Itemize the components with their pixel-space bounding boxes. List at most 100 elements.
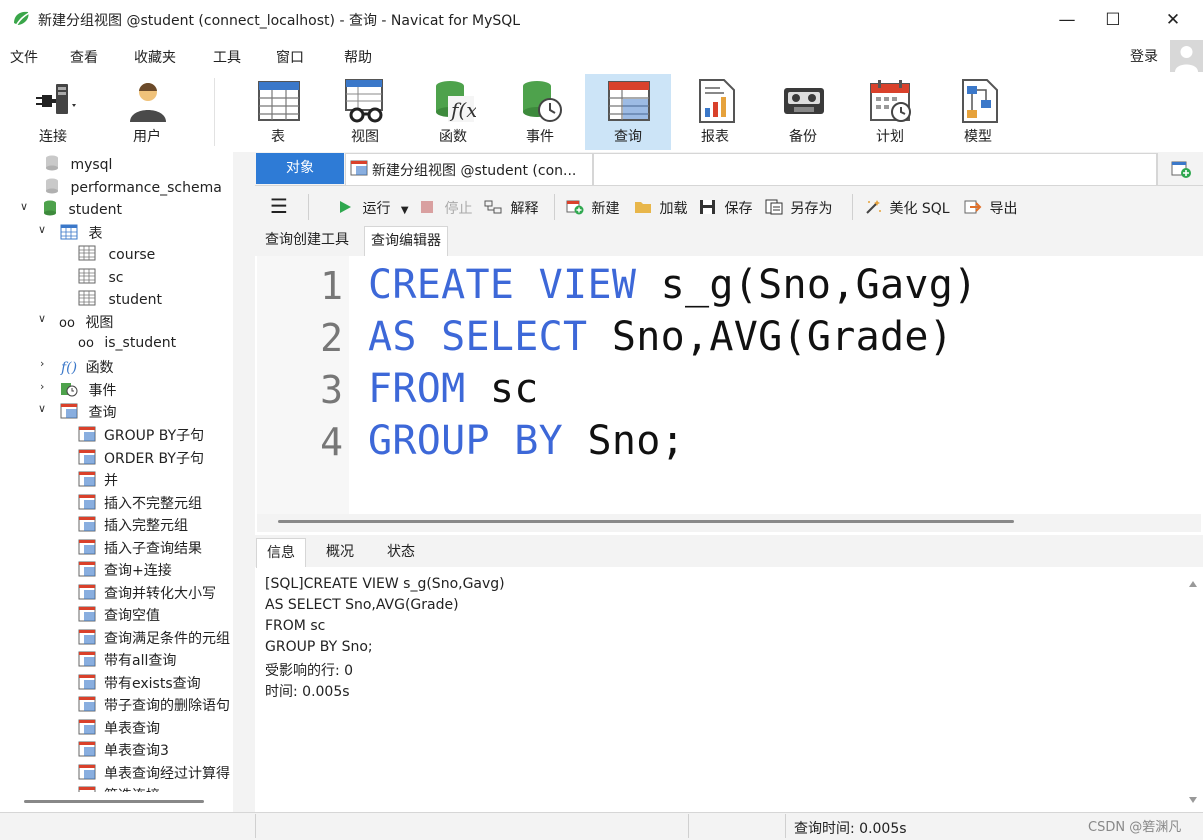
tab-status[interactable]: 状态 [377,538,425,568]
sidebar-horizontal-scrollbar[interactable] [24,800,204,803]
editor-horizontal-scrollbar[interactable] [278,520,1014,523]
toolbar-event-button[interactable]: 事件 [497,74,583,150]
splitter[interactable] [233,152,255,812]
tree-query-item[interactable]: 单表查询经过计算得 [78,763,230,783]
magic-wand-icon [866,200,881,214]
stop-button[interactable]: 停止 [420,198,472,218]
tree-table-course[interactable]: course [78,245,155,263]
tree-group-views[interactable]: ∨ oo 视图 [38,312,113,332]
tree-query-item[interactable]: 查询+连接 [78,560,172,580]
tab-info[interactable]: 信息 [256,538,306,568]
beautify-sql-button[interactable]: 美化 SQL [864,198,950,218]
menu-tools[interactable]: 工具 [213,47,241,67]
tree-query-item[interactable]: 单表查询3 [78,740,169,760]
tree-query-item[interactable]: 插入完整元组 [78,515,188,535]
subtab-query-editor[interactable]: 查询编辑器 [364,226,448,256]
chevron-right-icon[interactable]: › [40,380,44,393]
info-line: [SQL]CREATE VIEW s_g(Sno,Gavg) [265,576,505,592]
info-scrollbar[interactable] [1185,575,1201,809]
toolbar-backup-button[interactable]: 备份 [760,74,846,150]
toolbar-function-button[interactable]: f(x) 函数 [410,74,496,150]
toolbar-query-button[interactable]: 查询 [585,74,671,150]
new-tab-button[interactable] [1157,153,1203,185]
toolbar-model-button[interactable]: 模型 [935,74,1021,150]
toolbar-user-label: 用户 [133,129,161,145]
menu-help[interactable]: 帮助 [344,47,372,67]
tree-table-sc[interactable]: sc [78,268,123,286]
toolbar-table-button[interactable]: 表 [235,74,321,150]
menu-hamburger-icon[interactable]: ☰ [270,194,288,218]
chevron-down-icon[interactable]: ∨ [38,312,46,325]
tree-query-item[interactable]: 查询并转化大小写 [78,583,216,603]
chevron-down-icon[interactable]: ∨ [38,402,46,415]
save-button[interactable]: 保存 [699,198,752,218]
tree-table-student[interactable]: student [78,290,162,308]
menu-window[interactable]: 窗口 [276,47,304,67]
sql-line[interactable]: GROUP BY Sno; [368,418,685,464]
line-number: 2 [320,316,343,360]
toolbar-connect-button[interactable]: 连接 [10,74,96,150]
run-button[interactable]: 运行 ▼ [338,198,409,218]
tab-objects[interactable]: 对象 [256,153,344,184]
toolbar-schedule-button[interactable]: 计划 [847,74,933,150]
tree-group-label: 视图 [85,315,114,331]
tree-query-item[interactable]: 查询满足条件的元组 [78,628,230,648]
load-button[interactable]: 加载 [634,198,687,218]
menu-favorites[interactable]: 收藏夹 [134,47,176,67]
tree-query-item[interactable]: 带有all查询 [78,650,176,670]
menu-file[interactable]: 文件 [10,47,38,67]
tree-query-item[interactable]: 并 [78,470,118,490]
tree-query-item[interactable]: 单表查询 [78,718,160,738]
toolbar-user-button[interactable]: 用户 [104,74,190,150]
menu-bar [0,40,1203,72]
tree-group-queries[interactable]: ∨ 查询 [38,402,116,422]
tree-item-label: 带子查询的删除语句 [104,698,230,714]
maximize-button[interactable]: ☐ [1090,0,1136,40]
save-as-button[interactable]: 另存为 [765,198,832,218]
sql-line[interactable]: CREATE VIEW s_g(Sno,Gavg) [368,262,978,308]
subtab-query-builder[interactable]: 查询创建工具 [259,226,355,256]
tree-query-item[interactable]: 带子查询的删除语句 [78,695,230,715]
explain-button[interactable]: 解释 [484,198,538,218]
view-glasses-icon: oo [59,316,75,331]
close-button[interactable]: ✕ [1150,0,1196,40]
menu-view[interactable]: 查看 [70,47,98,67]
query-icon [78,539,96,554]
chevron-down-icon[interactable]: ∨ [38,223,46,236]
tab-profile[interactable]: 概况 [316,538,364,568]
chevron-right-icon[interactable]: › [40,357,44,370]
tree-query-item[interactable]: 查询空值 [78,605,160,625]
sql-text: sc [465,366,539,412]
tree-group-events[interactable]: › 事件 [38,380,116,400]
tree-group-label: 查询 [88,405,117,421]
tree-query-item[interactable]: ORDER BY子句 [78,448,204,468]
sql-line[interactable]: AS SELECT Sno,AVG(Grade) [368,314,953,360]
tree-db-performance-schema[interactable]: performance_schema [44,178,222,196]
new-query-button[interactable]: 新建 [566,198,619,218]
sql-keyword: FROM [368,366,466,412]
tree-group-functions[interactable]: › f() 函数 [38,357,114,377]
dropdown-arrow-icon[interactable]: ▼ [401,205,409,216]
report-icon [699,79,735,123]
tree-group-label: 事件 [88,383,117,399]
save-as-icon [765,199,783,215]
tree-query-item[interactable]: 插入不完整元组 [78,493,202,513]
tree-query-item[interactable]: GROUP BY子句 [78,425,204,445]
chevron-down-icon[interactable]: ∨ [20,200,28,213]
minimize-button[interactable]: — [1044,0,1090,40]
export-button[interactable]: 导出 [964,198,1017,218]
tree-db-mysql[interactable]: mysql [44,155,112,173]
tree-item-label: 单表查询3 [104,743,169,759]
tree-query-item[interactable]: 带有exists查询 [78,673,201,693]
toolbar-report-button[interactable]: 报表 [672,74,758,150]
tree-view-is-student[interactable]: oo is_student [78,335,176,351]
tree-group-tables[interactable]: ∨ 表 [38,223,102,243]
tree-db-student[interactable]: ∨ student [20,200,122,218]
toolbar-view-button[interactable]: 视图 [322,74,408,150]
sql-line[interactable]: FROM sc [368,366,539,412]
avatar[interactable] [1170,40,1203,72]
tree-query-item[interactable]: 插入子查询结果 [78,538,202,558]
tree-query-item[interactable]: 筛选连接 [78,785,160,792]
login-link[interactable]: 登录 [1130,46,1158,66]
window-title: 新建分组视图 @student (connect_localhost) - 查询… [38,13,521,29]
